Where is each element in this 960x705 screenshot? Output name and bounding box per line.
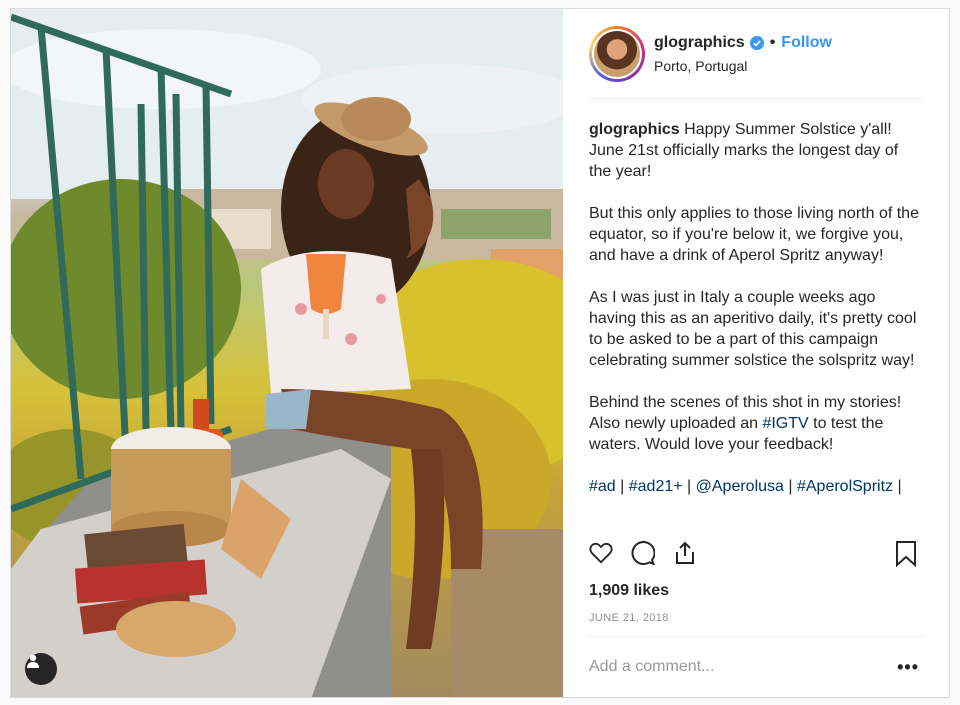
hashtag-link[interactable]: #ad [589,478,616,495]
hashtag-link[interactable]: #IGTV [762,415,808,432]
share-icon[interactable] [673,541,697,565]
post-card: glographics • Follow Porto, Portugal glo… [10,8,950,698]
header-row: glographics • Follow [654,34,832,52]
avatar[interactable] [589,25,645,82]
tag-separator: | [893,478,902,495]
mention-link[interactable]: @Aperolusa [696,478,784,495]
header-text: glographics • Follow Porto, Portugal [654,34,832,74]
post-header: glographics • Follow Porto, Portugal [589,9,923,99]
bookmark-icon[interactable] [895,541,919,567]
verified-badge-icon [749,35,764,50]
caption-paragraph-2: But this only applies to those living no… [589,205,919,264]
post-date: JUNE 21, 2018 [589,612,923,637]
tag-separator: | [682,478,696,495]
tag-separator: | [783,478,797,495]
heart-icon[interactable] [589,541,613,565]
user-tag-icon [27,654,39,668]
caption-username[interactable]: glographics [589,121,680,138]
username-link[interactable]: glographics [654,34,745,52]
user-tag-button[interactable] [25,653,57,685]
follow-button[interactable]: Follow [781,34,832,52]
post-side-panel: glographics • Follow Porto, Portugal glo… [563,9,949,697]
caption-paragraph-4: Behind the scenes of this shot in my sto… [589,392,923,455]
avatar-frame [592,28,642,79]
hashtag-link[interactable]: #AperolSpritz [797,478,893,495]
hashtag-link[interactable]: #ad21+ [629,478,683,495]
location-link[interactable]: Porto, Portugal [654,58,832,74]
photo-illustration [11,9,563,697]
comment-row: ••• [589,637,923,697]
post-photo[interactable] [11,9,563,697]
avatar-image [594,30,640,77]
comment-input[interactable] [589,658,894,676]
action-bar [589,533,923,573]
separator-dot: • [769,33,776,51]
more-options-icon[interactable]: ••• [893,657,923,678]
comment-icon[interactable] [631,541,655,565]
likes-count[interactable]: 1,909 likes [589,582,923,600]
caption-paragraph-1: glographics Happy Summer Solstice y'all!… [589,119,923,182]
caption-paragraph-3: As I was just in Italy a couple weeks ag… [589,289,917,369]
tag-separator: | [615,478,629,495]
caption-tags: #ad | #ad21+ | @Aperolusa | #AperolSprit… [589,476,923,497]
caption: glographics Happy Summer Solstice y'all!… [589,99,923,533]
